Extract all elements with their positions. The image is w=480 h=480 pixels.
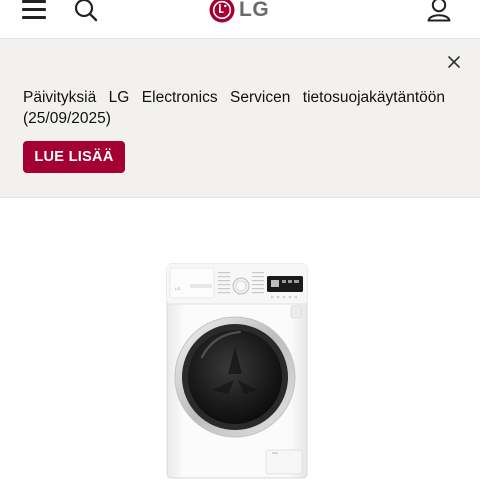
close-icon[interactable] xyxy=(444,52,464,72)
logo-text: LG xyxy=(239,0,270,21)
site-header: LG xyxy=(0,0,480,38)
hamburger-menu-icon[interactable] xyxy=(22,0,48,22)
lg-face-logo-icon xyxy=(209,0,235,23)
privacy-notice-text: Päivityksiä LG Electronics Servicen tiet… xyxy=(23,89,445,127)
search-icon[interactable] xyxy=(73,0,99,24)
read-more-button[interactable]: LUE LISÄÄ xyxy=(23,141,125,173)
washing-machine-image[interactable]: LG xyxy=(162,262,312,480)
user-account-icon[interactable] xyxy=(425,0,453,24)
lg-logo[interactable]: LG xyxy=(209,0,269,23)
panel-brand-text: LG xyxy=(175,286,180,291)
